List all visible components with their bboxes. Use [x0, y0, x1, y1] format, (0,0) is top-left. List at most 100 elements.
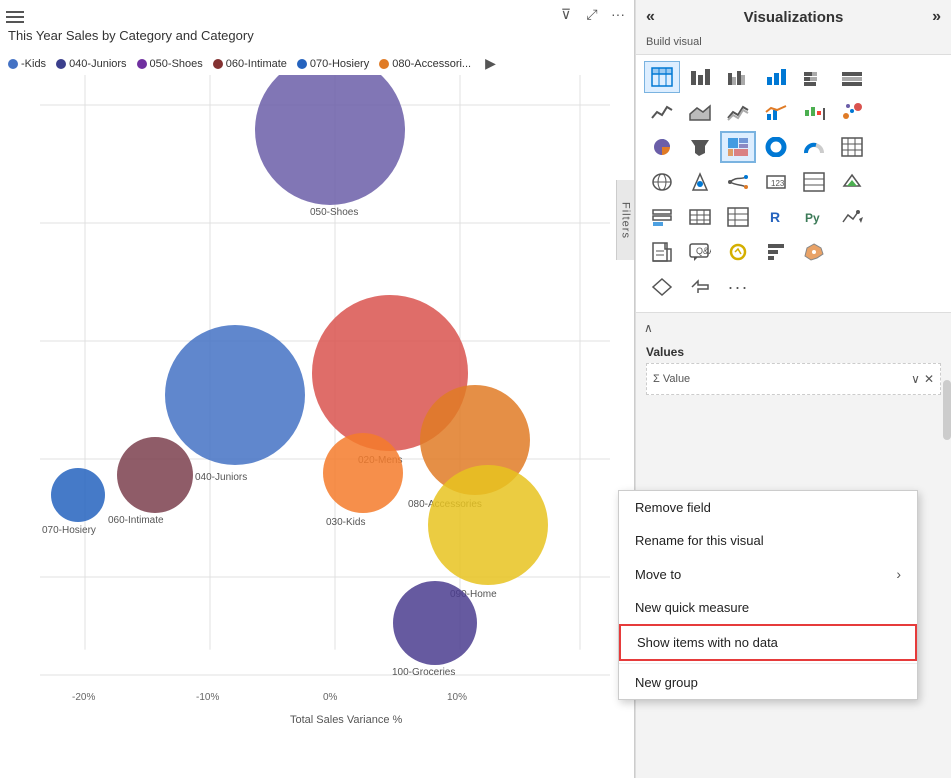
vis-icon-100bar[interactable] [834, 61, 870, 93]
vis-icon-kpi[interactable] [834, 166, 870, 198]
vis-icon-card[interactable]: 123 [758, 166, 794, 198]
bubble-kids[interactable] [323, 433, 403, 513]
field-well-collapse-1[interactable]: ∨ [911, 372, 920, 386]
vis-icon-area[interactable] [682, 96, 718, 128]
more-icon[interactable]: ··· [608, 4, 628, 24]
vis-icon-paginated[interactable] [644, 236, 680, 268]
vis-icon-smart-narrative[interactable] [834, 201, 870, 233]
expand-icon[interactable]: ⤢ [582, 4, 602, 24]
context-menu-rename[interactable]: Rename for this visual [619, 524, 917, 557]
bubble-intimate[interactable] [117, 437, 193, 513]
vis-icon-donut[interactable] [758, 131, 794, 163]
vis-icon-shape-map[interactable] [682, 166, 718, 198]
context-menu-move-to[interactable]: Move to › [619, 557, 917, 591]
legend-more-arrow[interactable]: ▶ [485, 55, 496, 72]
legend-item-kids: -Kids [8, 58, 46, 70]
label-hosiery: 070-Hosiery [42, 525, 96, 536]
vis-icon-slicer[interactable] [644, 201, 680, 233]
field-well-close-1[interactable]: ✕ [924, 372, 934, 386]
bubble-shoes[interactable] [255, 75, 405, 205]
vis-icon-waterfall[interactable] [796, 96, 832, 128]
vis-icon-line[interactable] [644, 96, 680, 128]
vis-icon-treemap[interactable] [720, 131, 756, 163]
vis-icon-arrows[interactable] [682, 271, 718, 303]
vis-icons-row-3: 123 [644, 166, 943, 198]
label-groceries: 100-Groceries [392, 667, 455, 678]
vis-icon-pie[interactable] [644, 131, 680, 163]
chart-legend: -Kids 040-Juniors 050-Shoes 060-Intimate… [0, 55, 620, 72]
legend-item-intimate: 060-Intimate [213, 58, 287, 70]
context-menu-remove-field[interactable]: Remove field [619, 491, 917, 524]
bubble-juniors[interactable] [165, 325, 305, 465]
expand-right-button[interactable]: » [932, 8, 941, 26]
svg-text:123: 123 [771, 179, 785, 188]
chart-area: ⊽ ⤢ ··· This Year Sales by Category and … [0, 0, 635, 778]
vis-icon-funnel[interactable] [682, 131, 718, 163]
bubble-groceries[interactable] [393, 581, 477, 665]
vis-icon-scatter[interactable] [834, 96, 870, 128]
values-field-well-1[interactable]: Σ Value ∨ ✕ [646, 363, 941, 395]
vis-icon-combo[interactable] [758, 96, 794, 128]
hamburger-menu[interactable] [6, 8, 24, 26]
vis-icon-python[interactable]: Py [796, 201, 832, 233]
filter-icon[interactable]: ⊽ [556, 4, 576, 24]
context-menu-new-quick-measure[interactable]: New quick measure [619, 591, 917, 624]
chart-grid: 050-Shoes 040-Juniors 020-Mens 080-Acces… [0, 75, 616, 728]
vis-icon-multirow-card[interactable] [796, 166, 832, 198]
vis-icon-bar2[interactable] [758, 236, 794, 268]
panel-title: Visualizations [744, 9, 844, 26]
vis-icon-diamond[interactable] [644, 271, 680, 303]
svg-text:Q&A: Q&A [696, 246, 711, 256]
vis-icon-gauge[interactable] [796, 131, 832, 163]
vis-icon-map[interactable] [644, 166, 680, 198]
vis-icon-table2[interactable] [682, 201, 718, 233]
svg-text:Py: Py [805, 211, 820, 225]
x-label-3: 0% [323, 692, 338, 703]
vis-icon-matrix[interactable] [834, 131, 870, 163]
context-menu-show-items-no-data[interactable]: Show items with no data [619, 624, 917, 661]
vis-icon-more[interactable]: ··· [720, 271, 756, 303]
vis-icon-ribbon[interactable] [720, 96, 756, 128]
legend-item-hosiery: 070-Hosiery [297, 58, 369, 70]
vis-icon-matrix2[interactable] [720, 201, 756, 233]
collapse-left-button[interactable]: « [646, 8, 655, 26]
panel-divider: ∧ [636, 317, 951, 339]
label-shoes: 050-Shoes [310, 207, 358, 218]
chart-title: This Year Sales by Category and Category [8, 28, 254, 43]
x-label-2: -10% [196, 692, 219, 703]
vis-icons-row-5: Q&A [644, 236, 943, 268]
vis-icon-decomp-tree[interactable] [720, 166, 756, 198]
vis-icons-section: 123 R Py [636, 54, 951, 313]
move-to-arrow-icon: › [896, 566, 901, 582]
x-label-4: 10% [447, 692, 467, 703]
label-kids: 030-Kids [326, 517, 365, 528]
x-axis-label: Total Sales Variance % [290, 714, 403, 726]
vis-icon-clustered-bar[interactable] [720, 61, 756, 93]
bubble-chart: 050-Shoes 040-Juniors 020-Mens 080-Acces… [0, 75, 616, 728]
vis-icon-bar[interactable] [682, 61, 718, 93]
vis-icon-metrics[interactable] [720, 236, 756, 268]
bubble-home[interactable] [428, 465, 548, 585]
panel-header: « Visualizations » [636, 0, 951, 34]
values-label: Values [646, 345, 941, 359]
vis-icons-row-4: R Py [644, 201, 943, 233]
svg-text:R: R [770, 209, 780, 225]
vis-icon-r[interactable]: R [758, 201, 794, 233]
vis-icons-row-top [644, 61, 943, 93]
label-intimate: 060-Intimate [108, 515, 164, 526]
vis-icons-row-2 [644, 131, 943, 163]
vis-icons-row-1 [644, 96, 943, 128]
vis-icon-column[interactable] [758, 61, 794, 93]
panel-scrollbar[interactable] [943, 380, 951, 440]
context-menu: Remove field Rename for this visual Move… [618, 490, 918, 700]
bubble-hosiery[interactable] [51, 468, 105, 522]
context-menu-new-group[interactable]: New group [619, 666, 917, 699]
filters-tab[interactable]: Filters [616, 180, 634, 260]
vis-icon-table[interactable] [644, 61, 680, 93]
legend-item-juniors: 040-Juniors [56, 58, 126, 70]
vis-icon-stacked-bar[interactable] [796, 61, 832, 93]
vis-icons-row-6: ··· [644, 271, 943, 303]
x-label-1: -20% [72, 692, 95, 703]
vis-icon-qa[interactable]: Q&A [682, 236, 718, 268]
vis-icon-filled-map[interactable] [796, 236, 832, 268]
